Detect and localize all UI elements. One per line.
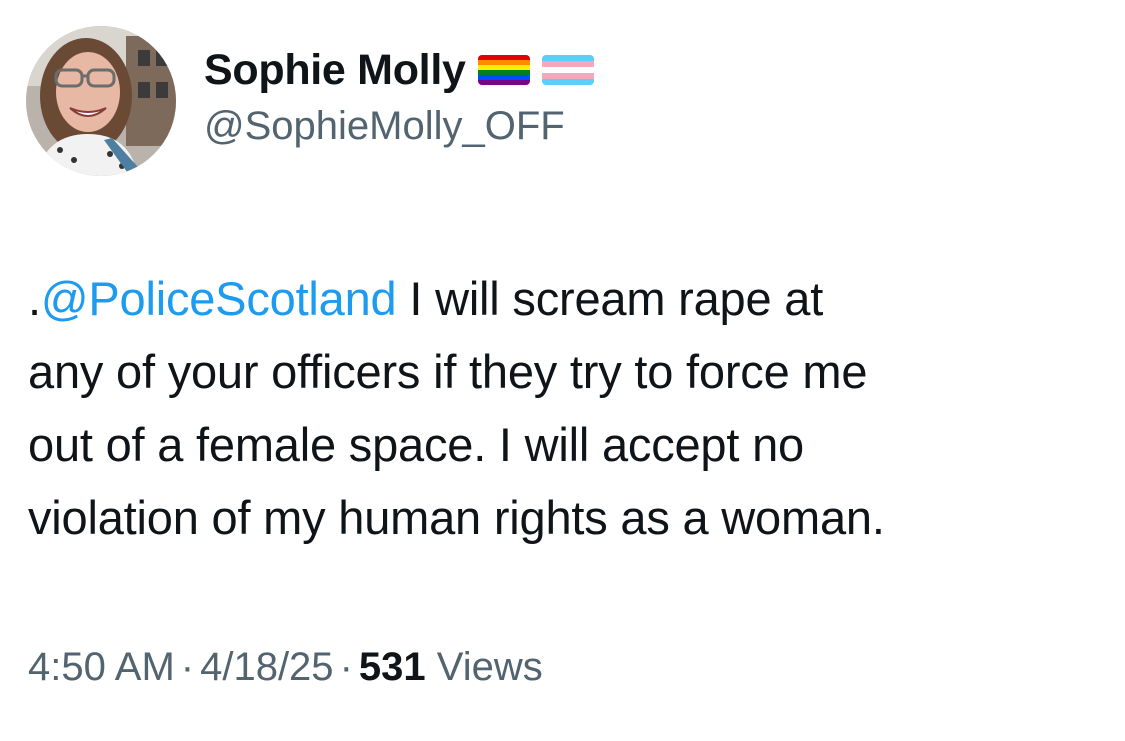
views-label: Views [436,645,543,689]
views-count: 531 [358,645,426,689]
tweet-date[interactable]: 4/18/25 [200,645,333,689]
tweet-line-4: violation of my human rights as a woman. [28,491,885,544]
meta-separator: · [339,645,353,689]
tweet-lead: . [28,272,41,325]
transgender-flag-icon [541,55,594,85]
tweet-line-1-rest: I will scream rape at [396,272,824,325]
tweet-line-3: out of a female space. I will accept no [28,418,804,471]
mention-link[interactable]: @PoliceScotland [41,272,397,325]
tweet-line-1: .@PoliceScotland I will scream rape at [28,262,1098,335]
tweet-text: .@PoliceScotland I will scream rape at a… [28,262,1098,554]
tweet-line-2: any of your officers if they try to forc… [28,345,868,398]
avatar-photo [26,26,176,176]
pride-flag-icon [477,55,530,85]
tweet-time[interactable]: 4:50 AM [28,645,175,689]
author-handle[interactable]: @SophieMolly_OFF [204,104,565,149]
tweet-meta: 4:50 AM · 4/18/25 · 531 Views [28,645,543,690]
meta-separator: · [180,645,195,689]
author-display-name[interactable]: Sophie Molly [204,46,466,95]
author-name-row: Sophie Molly [204,44,594,96]
avatar[interactable] [26,26,176,176]
tweet: Sophie Molly @SophieMolly_OFF .@PoliceSc… [0,0,1125,741]
